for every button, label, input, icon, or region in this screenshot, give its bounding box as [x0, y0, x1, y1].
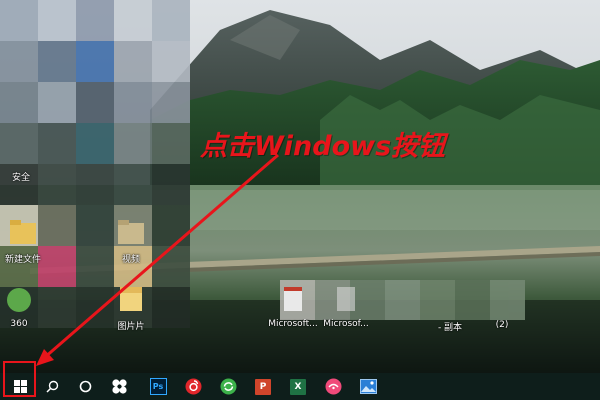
folder-icon [8, 218, 38, 250]
app-green-refresh[interactable] [213, 373, 243, 400]
desktop-icon-label: 新建文件 [4, 255, 41, 265]
desktop-icon-label: 视频 [121, 255, 140, 265]
desktop-icon-label: 安全 [11, 173, 30, 183]
desktop-icon-microsoft-2[interactable]: Microsof... [315, 285, 377, 329]
green-refresh-icon [220, 378, 237, 395]
app-photoshop[interactable]: Ps [143, 373, 173, 400]
app-excel[interactable]: X [283, 373, 313, 400]
desktop-icon-label: 图片片 [117, 322, 145, 332]
document-icon [331, 285, 361, 317]
app-pinwheel[interactable] [104, 373, 134, 400]
cortana-button[interactable] [70, 373, 100, 400]
app-powerpoint[interactable]: P [248, 373, 278, 400]
document-icon [278, 285, 308, 317]
desktop-icon-label: Microsof... [323, 319, 369, 329]
desktop-icon-label: - 副本 [437, 323, 463, 333]
start-button-highlight [3, 361, 36, 397]
app-netease-music[interactable] [178, 373, 208, 400]
desktop-icon-new-file[interactable]: 新建文件 [0, 218, 54, 265]
desktop-icon-picture[interactable]: 图片片 [100, 285, 162, 332]
folder-icon [116, 285, 146, 317]
search-button[interactable] [37, 373, 67, 400]
desktop-icon-label: 360 [10, 319, 28, 329]
cortana-circle-icon [79, 380, 92, 393]
search-icon [45, 380, 59, 393]
netease-music-icon [185, 378, 202, 395]
app-pink-chat[interactable] [318, 373, 348, 400]
desktop-icon-360[interactable]: 360 [0, 285, 50, 329]
taskbar: Ps P X [0, 373, 600, 400]
pixelated-mosaic [0, 0, 190, 330]
desktop-icon-video[interactable]: 视频 [100, 218, 162, 265]
desktop-icon-1[interactable]: 安全 [0, 168, 52, 183]
photoshop-icon: Ps [149, 378, 167, 395]
desktop-icon-count[interactable]: (2) [472, 318, 532, 330]
powerpoint-icon: P [255, 378, 271, 395]
annotation-text: 点击Windows按钮 [200, 131, 446, 162]
desktop-icon-script[interactable]: - 副本 [420, 318, 480, 333]
pinwheel-icon [111, 378, 128, 395]
desktop-icon-label: (2) [495, 320, 509, 330]
app-photos[interactable] [353, 373, 383, 400]
app-icon [4, 285, 34, 317]
excel-icon: X [290, 378, 306, 395]
pink-chat-icon [325, 378, 342, 395]
photos-icon [359, 379, 377, 394]
folder-icon [116, 218, 146, 250]
